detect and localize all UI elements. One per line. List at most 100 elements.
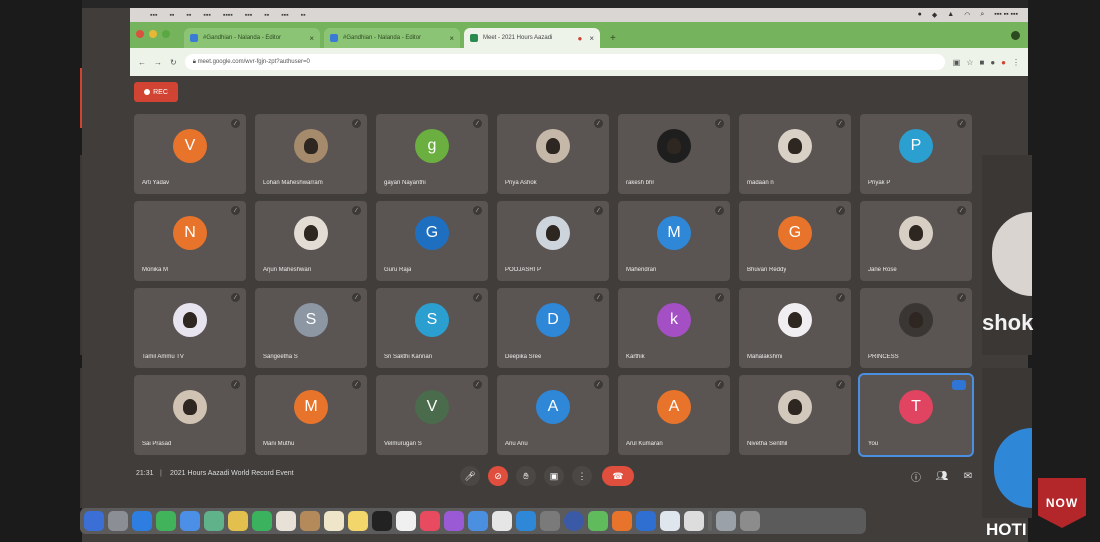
calendar-icon[interactable]	[276, 511, 296, 531]
menu-item[interactable]: ▪▪▪▪	[223, 12, 233, 19]
menu-item[interactable]: ▪▪	[186, 12, 191, 19]
participant-tile[interactable]: ∕ k Karthik	[618, 288, 730, 368]
participant-tile[interactable]: ∕ madaan n	[739, 114, 851, 194]
app-icon[interactable]	[612, 511, 632, 531]
chrome-icon[interactable]	[564, 511, 584, 531]
raise-hand-button[interactable]: ✋︎	[516, 466, 536, 486]
close-tab-icon[interactable]: ×	[589, 34, 594, 43]
menu-item[interactable]: ▪▪	[169, 12, 174, 19]
menu-item[interactable]: ▪▪▪	[203, 12, 210, 19]
forward-arrow-icon[interactable]: →	[154, 58, 162, 67]
back-arrow-icon[interactable]: ←	[138, 58, 146, 67]
notes-icon[interactable]	[348, 511, 368, 531]
participant-tile[interactable]: ∕ Tamil Ammu TV	[134, 288, 246, 368]
menu-item[interactable]: ▪▪▪	[150, 12, 157, 19]
url-field[interactable]: 🔒︎ meet.google.com/wvr-fgjn-zpt?authuser…	[184, 54, 945, 70]
participant-tile[interactable]: ∕ Jane Rose	[860, 201, 972, 281]
participant-tile[interactable]: ∕ V Velmurugan S	[376, 375, 488, 455]
maps-icon[interactable]	[204, 511, 224, 531]
docs-icon[interactable]	[396, 511, 416, 531]
pages-icon[interactable]	[492, 511, 512, 531]
contacts-icon[interactable]	[300, 511, 320, 531]
info-icon[interactable]: ⓘ	[906, 466, 926, 486]
podcasts-icon[interactable]	[444, 511, 464, 531]
participant-tile[interactable]: T You	[858, 373, 974, 457]
participant-tile[interactable]: ∕ N Monika M	[134, 201, 246, 281]
participant-tile[interactable]: ∕ PRINCESS	[860, 288, 972, 368]
more-options-button[interactable]: ⋮	[572, 466, 592, 486]
new-tab-button[interactable]: +	[604, 33, 622, 48]
finder-icon[interactable]	[84, 511, 104, 531]
mic-button[interactable]: 🎤︎	[460, 466, 480, 486]
camera-off-button[interactable]: ⊘	[488, 466, 508, 486]
menu-dots-icon[interactable]: ⋮	[1012, 58, 1020, 67]
participant-tile[interactable]: ∕ M Mahendran	[618, 201, 730, 281]
photos-icon[interactable]	[228, 511, 248, 531]
participant-tile[interactable]: ∕ S Sri Sakthi Kannan	[376, 288, 488, 368]
reload-page-icon[interactable]: ↻	[170, 58, 177, 67]
participant-tile[interactable]: ∕ V Arti Yadav	[134, 114, 246, 194]
settings-icon[interactable]	[540, 511, 560, 531]
participant-tile[interactable]: ∕ Sai Prasad	[134, 375, 246, 455]
sheets-icon[interactable]	[588, 511, 608, 531]
extension-icon[interactable]: ■	[979, 58, 984, 67]
participant-tile[interactable]: ∕ S Sangeetha S	[255, 288, 367, 368]
participant-tile[interactable]: ∕ G Bhuvan Reddy	[739, 201, 851, 281]
participant-tile[interactable]: ∕ Lohan Maheshwarram	[255, 114, 367, 194]
avatar-icon[interactable]: ●	[1001, 58, 1006, 67]
app-icon[interactable]	[660, 511, 680, 531]
present-screen-button[interactable]: ▣	[544, 466, 564, 486]
tv-icon[interactable]	[372, 511, 392, 531]
launchpad-icon[interactable]	[108, 511, 128, 531]
participant-tile[interactable]: ∕ P Priyak P	[860, 114, 972, 194]
reminders-icon[interactable]	[324, 511, 344, 531]
participant-name: Sangeetha S	[263, 354, 298, 360]
participant-tile[interactable]: ∕ g gayan Nayanthi	[376, 114, 488, 194]
participant-name: POOJASRI P	[505, 267, 542, 273]
menu-item[interactable]: ▪▪▪	[281, 12, 288, 19]
participant-tile[interactable]: ∕ Mahalakshmi	[739, 288, 851, 368]
tab-meet[interactable]: Meet - 2021 Hours Aazadi ● ×	[464, 28, 600, 48]
mail-icon[interactable]	[180, 511, 200, 531]
participant-tile[interactable]: ∕ Nivetha Senthil	[739, 375, 851, 455]
search-icon[interactable]: ⌕	[980, 11, 984, 19]
participant-tile[interactable]: ∕ G Guru Raja	[376, 201, 488, 281]
participant-tile[interactable]: ∕ rakesh bhr	[618, 114, 730, 194]
tab-gandhian-2[interactable]: #Gandhian - Nalanda - Editor ×	[324, 28, 460, 48]
meeting-time: 21:31	[136, 470, 154, 477]
music-icon[interactable]	[420, 511, 440, 531]
close-tab-icon[interactable]: ×	[449, 34, 454, 43]
participant-tile[interactable]: ∕ POOJASRI P	[497, 201, 609, 281]
participant-tile[interactable]: ∕ A Anu Anu	[497, 375, 609, 455]
wifi-icon[interactable]: ◠	[964, 11, 970, 19]
participant-tile[interactable]: ∕ Arjun Maheshwari	[255, 201, 367, 281]
participant-tile[interactable]: ∕ A Arul Kumaran	[618, 375, 730, 455]
messages-icon[interactable]	[156, 511, 176, 531]
participant-tile[interactable]: ∕ Priya Ashok	[497, 114, 609, 194]
people-icon[interactable]: 👥︎	[932, 466, 952, 486]
facetime-icon[interactable]	[252, 511, 272, 531]
keynote-icon[interactable]	[516, 511, 536, 531]
chat-icon[interactable]: ✉	[958, 466, 978, 486]
profile-icon[interactable]	[1011, 31, 1020, 40]
menu-item[interactable]: ▪▪	[264, 12, 269, 19]
downloads-icon[interactable]	[716, 511, 736, 531]
status-icon[interactable]: ●	[918, 11, 922, 19]
status-icon[interactable]: ▲	[947, 11, 954, 19]
end-call-button[interactable]: ☎︎	[602, 466, 634, 486]
status-icon[interactable]: ◆	[932, 11, 937, 19]
close-tab-icon[interactable]: ×	[309, 34, 314, 43]
menu-item[interactable]: ▪▪	[301, 12, 306, 19]
star-icon[interactable]: ☆	[966, 58, 973, 67]
extension-icon[interactable]: ●	[990, 58, 995, 67]
safari-icon[interactable]	[132, 511, 152, 531]
tab-gandhian-1[interactable]: #Gandhian - Nalanda - Editor ×	[184, 28, 320, 48]
zoom-icon[interactable]	[636, 511, 656, 531]
app-icon[interactable]	[684, 511, 704, 531]
camera-icon[interactable]: ▣	[953, 58, 961, 67]
trash-icon[interactable]	[740, 511, 760, 531]
app-store-icon[interactable]	[468, 511, 488, 531]
participant-tile[interactable]: ∕ D Deepika Sree	[497, 288, 609, 368]
menu-item[interactable]: ▪▪▪	[245, 12, 252, 19]
participant-tile[interactable]: ∕ M Mani Muthu	[255, 375, 367, 455]
